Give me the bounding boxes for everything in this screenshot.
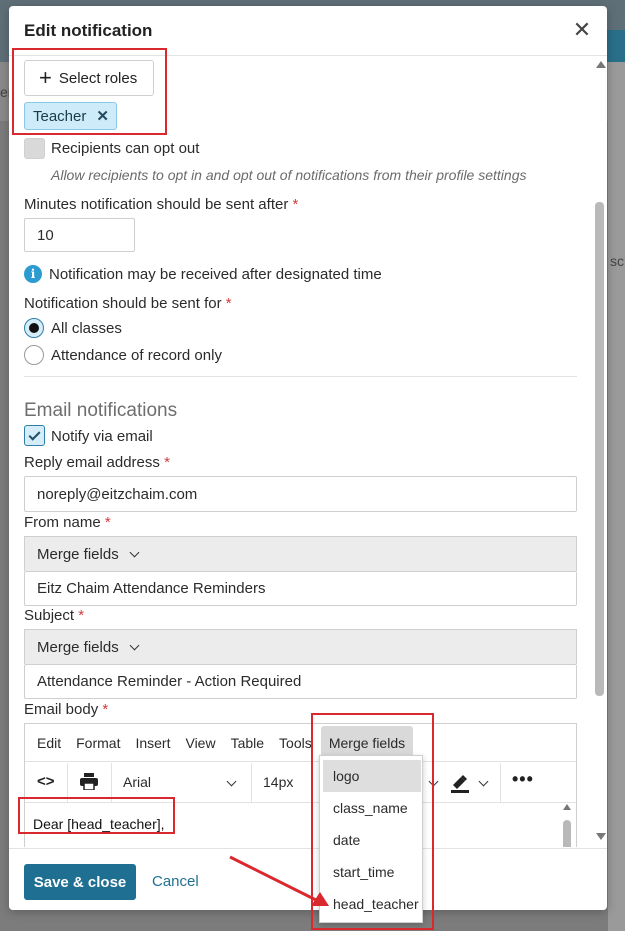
- editor-scroll-up-icon[interactable]: [563, 804, 571, 810]
- modal-title: Edit notification: [24, 21, 153, 40]
- modal-scrollbar[interactable]: [594, 57, 607, 847]
- subject-input[interactable]: Attendance Reminder - Action Required: [24, 664, 577, 699]
- highlight-color-icon[interactable]: [449, 773, 471, 793]
- radio-all-classes[interactable]: [24, 318, 44, 338]
- minutes-label: Minutes notification should be sent afte…: [24, 196, 298, 213]
- required-marker: *: [102, 701, 109, 718]
- from-name-input[interactable]: Eitz Chaim Attendance Reminders: [24, 571, 577, 606]
- info-icon: i: [24, 265, 42, 283]
- menu-table[interactable]: Table: [231, 735, 264, 751]
- info-text: Notification may be received after desig…: [49, 266, 382, 283]
- scroll-thumb[interactable]: [595, 202, 604, 696]
- opt-out-label: Recipients can opt out: [51, 140, 200, 157]
- email-section-title: Email notifications: [24, 400, 178, 421]
- toolbar-separator: [500, 763, 501, 803]
- menu-format[interactable]: Format: [76, 735, 120, 751]
- opt-out-checkbox[interactable]: [24, 138, 45, 159]
- cancel-button[interactable]: Cancel: [152, 873, 199, 890]
- modal-body[interactable]: + Select roles Teacher ✕ Recipients can …: [9, 57, 607, 847]
- required-marker: *: [164, 454, 170, 471]
- from-name-label: From name *: [24, 514, 111, 531]
- font-size-select[interactable]: 14px: [263, 774, 293, 790]
- email-body-label-text: Email body: [24, 701, 99, 718]
- merge-fields-label: Merge fields: [37, 638, 119, 656]
- close-icon[interactable]: ✕: [571, 19, 593, 41]
- chevron-down-icon: [478, 776, 489, 787]
- radio-dot: [29, 323, 39, 333]
- menu-edit[interactable]: Edit: [37, 735, 61, 751]
- check-icon: [28, 428, 41, 441]
- toolbar-separator: [251, 763, 252, 803]
- from-merge-fields-button[interactable]: Merge fields: [24, 536, 577, 571]
- opt-out-helper: Allow recipients to opt in and opt out o…: [51, 167, 527, 183]
- reply-email-label-text: Reply email address: [24, 454, 160, 471]
- required-marker: *: [78, 607, 85, 624]
- annotation-arrow-icon: [229, 855, 329, 906]
- menu-tools[interactable]: Tools: [279, 735, 312, 751]
- scroll-up-icon[interactable]: [596, 61, 606, 68]
- merge-fields-label: Merge fields: [37, 545, 119, 563]
- edit-notification-modal: Edit notification ✕ + Select roles Teach…: [9, 6, 607, 910]
- notify-email-checkbox[interactable]: [24, 425, 45, 446]
- editor-menubar: Edit Format Insert View Table Tools: [25, 724, 576, 762]
- font-family-select[interactable]: Arial: [123, 774, 151, 790]
- radio-all-classes-label: All classes: [51, 320, 122, 337]
- email-body-label: Email body *: [24, 701, 108, 718]
- subject-label-text: Subject: [24, 607, 75, 624]
- subject-label: Subject *: [24, 607, 84, 624]
- menu-view[interactable]: View: [185, 735, 215, 751]
- annotation-roles-box: [12, 48, 167, 135]
- radio-attendance-of-record-label: Attendance of record only: [51, 347, 222, 364]
- reply-email-label: Reply email address *: [24, 454, 170, 471]
- sent-for-label: Notification should be sent for *: [24, 295, 232, 312]
- background-text-right: scr: [610, 253, 625, 269]
- reply-email-input[interactable]: noreply@eitzchaim.com: [24, 476, 577, 512]
- editor-scroll-thumb[interactable]: [563, 820, 571, 847]
- chevron-down-icon: [129, 640, 140, 650]
- save-close-button[interactable]: Save & close: [24, 864, 136, 900]
- radio-attendance-of-record[interactable]: [24, 345, 44, 365]
- minutes-label-text: Minutes notification should be sent afte…: [24, 196, 289, 213]
- subject-merge-fields-button[interactable]: Merge fields: [24, 629, 577, 664]
- annotation-content-box: [18, 797, 175, 834]
- print-icon[interactable]: [79, 773, 99, 791]
- minutes-input[interactable]: 10: [24, 218, 135, 252]
- scroll-down-icon[interactable]: [596, 833, 606, 840]
- required-marker: *: [292, 196, 299, 213]
- section-divider: [24, 376, 577, 377]
- more-options-icon[interactable]: •••: [512, 769, 534, 790]
- source-code-icon[interactable]: <>: [37, 773, 55, 790]
- from-name-label-text: From name: [24, 514, 101, 531]
- notify-email-label: Notify via email: [51, 428, 153, 445]
- background-text-left: er: [0, 84, 9, 100]
- chevron-down-icon: [226, 776, 237, 787]
- sent-for-label-text: Notification should be sent for: [24, 295, 222, 312]
- background-panel: [608, 62, 625, 931]
- menu-insert[interactable]: Insert: [135, 735, 170, 751]
- chevron-down-icon: [129, 547, 140, 557]
- required-marker: *: [104, 514, 111, 531]
- required-marker: *: [225, 295, 232, 312]
